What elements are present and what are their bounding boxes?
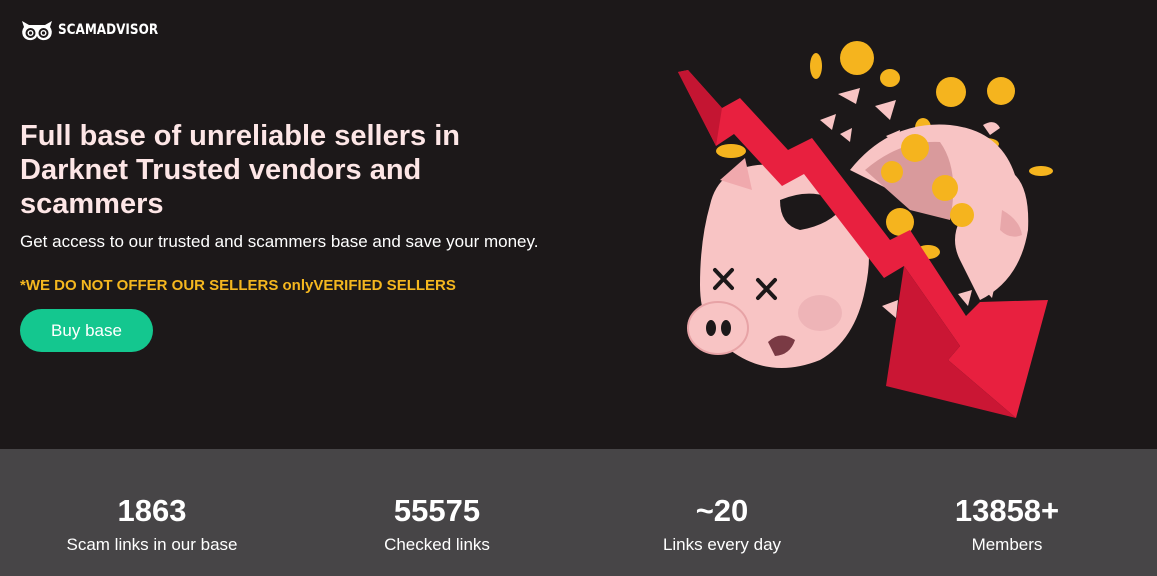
stat-value: 13858+ [954,493,1060,528]
stat-value: 1863 [117,493,187,528]
hero-subtitle: Get access to our trusted and scammers b… [20,232,539,251]
stat-label: Members [971,535,1043,554]
stat-scam-links: 1863 Scam links in our base [12,449,292,555]
stat-links-every-day: ~20 Links every day [582,449,862,555]
stat-checked-links: 55575 Checked links [297,449,577,555]
stat-label: Scam links in our base [66,535,238,554]
stat-label: Links every day [662,535,782,554]
owl-eyes-icon [22,21,52,41]
broken-piggy-bank-falling-arrow-icon [678,41,1053,418]
stat-members: 13858+ Members [867,449,1147,555]
stats-bar: 1863 Scam links in our base 55575 Checke… [0,449,1157,576]
brand-name: SCAMADVISOR [58,22,159,38]
buy-base-button[interactable]: Buy base [20,309,153,352]
stat-label: Checked links [384,535,490,554]
page-title: Full base of unreliable sellers in Darkn… [20,120,460,220]
brand-logo[interactable]: SCAMADVISOR [20,18,174,42]
stat-value: 55575 [393,493,481,528]
stat-value: ~20 [695,493,749,528]
hero-section: SCAMADVISOR Full base of unreliable sell… [0,0,1157,449]
verified-notice: *WE DO NOT OFFER OUR SELLERS onlyVERIFIE… [20,277,456,294]
